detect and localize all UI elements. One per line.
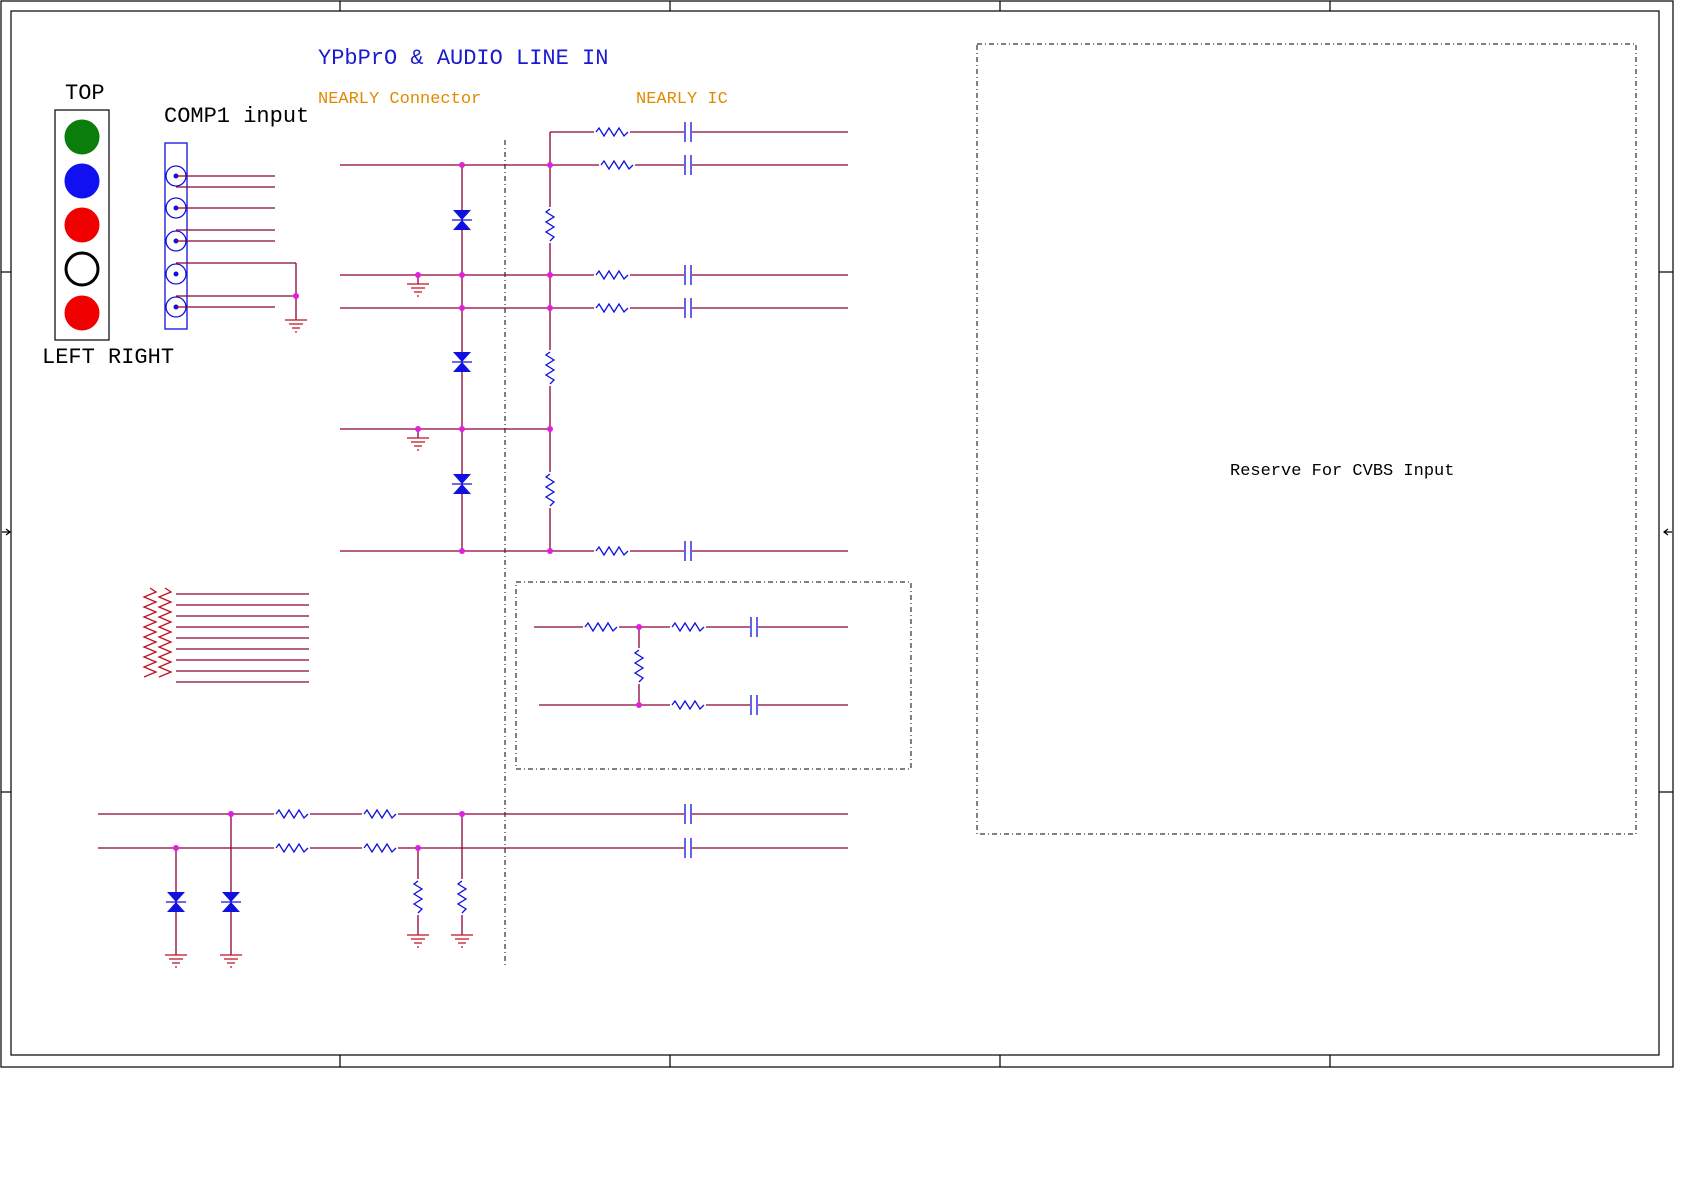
frame-zone-ticks — [1, 1, 1673, 1067]
jack-3 — [64, 207, 100, 243]
resistors — [274, 126, 706, 915]
junction-13 — [636, 624, 642, 630]
jack-2 — [64, 163, 100, 199]
connector-pin-dot-4 — [173, 271, 179, 277]
jack-5 — [64, 295, 100, 331]
junction-2 — [547, 162, 553, 168]
junction-4 — [547, 272, 553, 278]
junction-18 — [415, 845, 421, 851]
ground-1 — [407, 283, 429, 297]
outer-frame — [0, 0, 1674, 1068]
junction-12 — [547, 548, 553, 554]
junction-6 — [547, 305, 553, 311]
ground-2 — [407, 437, 429, 451]
junction-19 — [459, 811, 465, 817]
junction-5 — [459, 305, 465, 311]
junction-11 — [459, 548, 465, 554]
junction-10 — [547, 426, 553, 432]
comp1-input-label: COMP1 input — [164, 104, 309, 129]
ground-symbols — [165, 283, 473, 968]
junction-15 — [293, 293, 299, 299]
inner-frame — [10, 10, 1660, 1056]
signal-wires — [98, 131, 848, 955]
filter-subcircuit-box — [515, 581, 912, 770]
junction-16 — [228, 811, 234, 817]
jack-4 — [64, 251, 100, 287]
left-right-label: LEFT RIGHT — [42, 345, 174, 370]
jack-group — [64, 119, 100, 331]
ground-4 — [165, 954, 187, 968]
junction-14 — [636, 702, 642, 708]
ground-3 — [285, 319, 307, 333]
jack-1 — [64, 119, 100, 155]
ground-6 — [407, 934, 429, 948]
junction-9 — [459, 426, 465, 432]
junction-1 — [459, 162, 465, 168]
junction-7 — [415, 272, 421, 278]
capacitors — [684, 122, 758, 858]
junction-8 — [415, 426, 421, 432]
reserve-cvbs-box — [976, 43, 1637, 835]
ic-section-label: NEARLY IC — [636, 90, 728, 109]
junction-3 — [459, 272, 465, 278]
ferrite-coil-1 — [142, 587, 158, 678]
tvs-diodes — [166, 210, 472, 912]
reserve-note: Reserve For CVBS Input — [1230, 462, 1454, 481]
ground-5 — [220, 954, 242, 968]
junction-17 — [173, 845, 179, 851]
ground-7 — [451, 934, 473, 948]
schematic-canvas: YPbPrO & AUDIO LINE IN NEARLY Connector … — [0, 0, 1674, 1068]
connector-section-label: NEARLY Connector — [318, 90, 481, 109]
ferrite-array — [142, 587, 173, 678]
top-label: TOP — [65, 81, 105, 106]
junction-dots — [173, 162, 642, 851]
ferrite-coil-2 — [157, 587, 173, 678]
schematic-title: YPbPrO & AUDIO LINE IN — [318, 46, 608, 71]
